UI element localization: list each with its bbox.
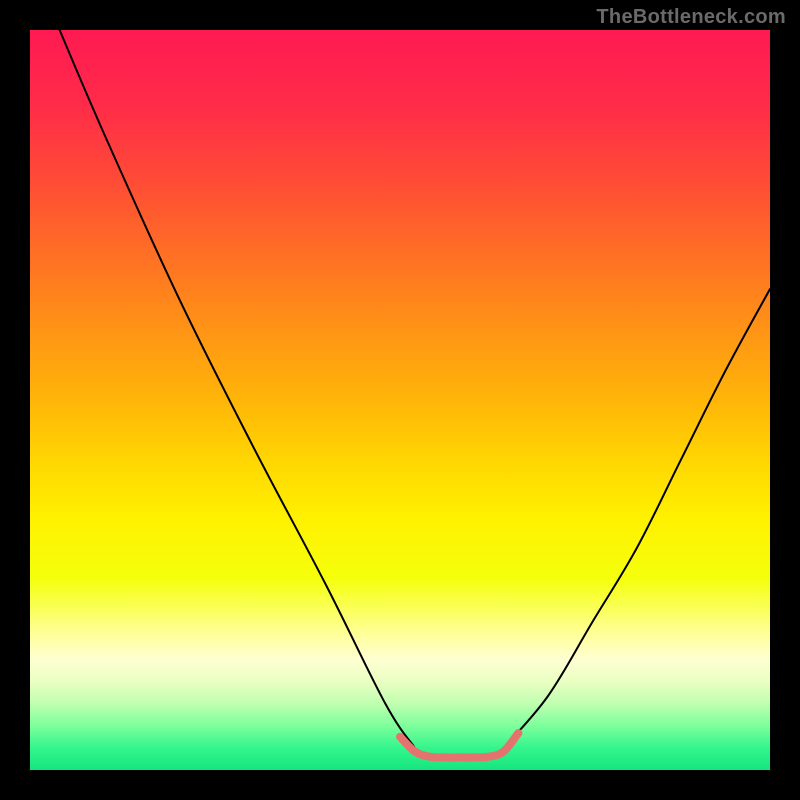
chart-background	[30, 30, 770, 770]
chart-plot-area	[30, 30, 770, 770]
chart-svg	[30, 30, 770, 770]
chart-frame: TheBottleneck.com	[0, 0, 800, 800]
watermark-text: TheBottleneck.com	[596, 6, 786, 29]
